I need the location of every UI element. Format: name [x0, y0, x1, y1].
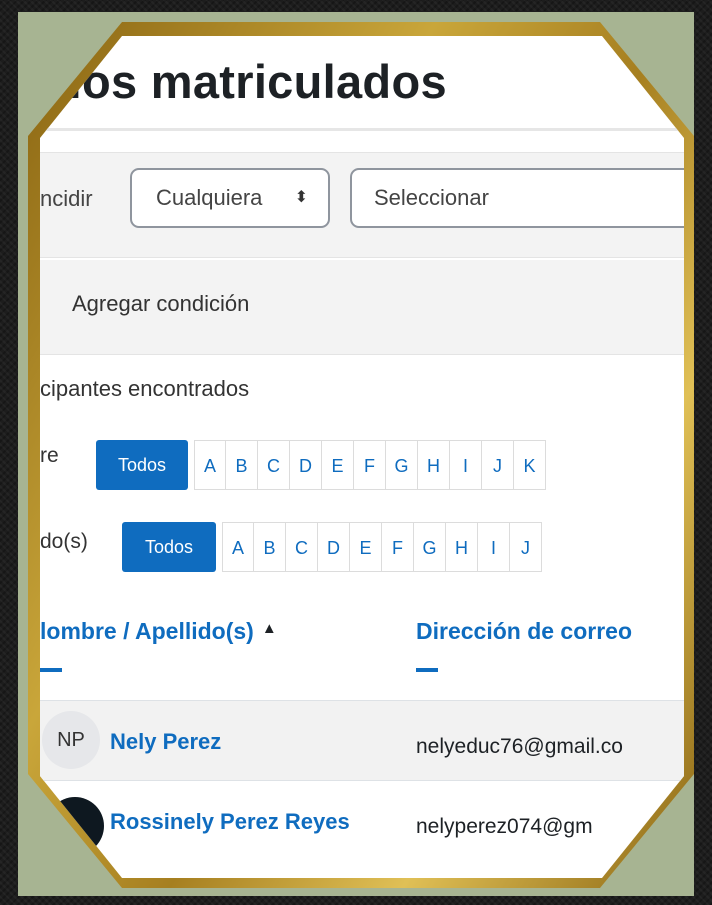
first-name-letter-a[interactable]: A	[194, 440, 226, 490]
column-header-name[interactable]: lombre / Apellido(s) ▲	[40, 618, 277, 645]
condition-select[interactable]: Seleccionar	[350, 168, 684, 228]
last-name-letter-a[interactable]: A	[222, 522, 254, 572]
first-name-letter-f[interactable]: F	[354, 440, 386, 490]
user-name-link[interactable]: Rossinely Perez Reyes	[110, 809, 350, 835]
column-header-name-label: lombre / Apellido(s)	[40, 618, 254, 644]
up-down-caret-icon: ⬍	[294, 189, 308, 206]
first-name-letter-i[interactable]: I	[450, 440, 482, 490]
column-name-collapse-icon[interactable]	[40, 668, 62, 672]
last-name-letter-j[interactable]: J	[510, 522, 542, 572]
first-name-letter-e[interactable]: E	[322, 440, 354, 490]
match-type-select[interactable]: Cualquiera ⬍	[130, 168, 330, 228]
user-email: nelyperez074@gm	[416, 815, 593, 838]
match-type-value: Cualquiera	[156, 185, 263, 210]
participants-found-count: cipantes encontrados	[40, 376, 250, 401]
first-name-letter-h[interactable]: H	[418, 440, 450, 490]
last-name-letter-i[interactable]: I	[478, 522, 510, 572]
first-name-letter-j[interactable]: J	[482, 440, 514, 490]
sort-ascending-icon: ▲	[261, 620, 277, 637]
first-name-letter-c[interactable]: C	[258, 440, 290, 490]
table-row: NP Nely Perez nelyeduc76@gmail.co	[40, 700, 684, 781]
user-email: nelyeduc76@gmail.co	[416, 735, 623, 758]
last-name-initials-bar: Todos ABCDEFGHIJ	[122, 522, 542, 572]
screenshot-panel: rios matriculados ncidir Cualquiera ⬍ Se…	[40, 36, 684, 878]
last-name-all-button[interactable]: Todos	[122, 522, 216, 572]
column-email-collapse-icon[interactable]	[416, 668, 438, 672]
first-name-letter-g[interactable]: G	[386, 440, 418, 490]
column-header-email[interactable]: Dirección de correo	[416, 618, 632, 645]
last-name-letter-f[interactable]: F	[382, 522, 414, 572]
first-name-filter-label: re	[40, 444, 59, 467]
add-condition-button[interactable]: Agregar condición	[72, 291, 249, 317]
title-divider	[40, 128, 684, 131]
match-label: ncidir	[40, 186, 93, 211]
table-row: Rossinely Perez Reyes nelyperez074@gm	[40, 780, 684, 861]
first-name-initials-bar: Todos ABCDEFGHIJK	[96, 440, 546, 490]
first-name-letter-d[interactable]: D	[290, 440, 322, 490]
last-name-filter-label: do(s)	[40, 530, 88, 553]
user-name-link[interactable]: Nely Perez	[110, 729, 221, 755]
last-name-letter-c[interactable]: C	[286, 522, 318, 572]
table-header	[40, 602, 684, 700]
last-name-letter-g[interactable]: G	[414, 522, 446, 572]
first-name-letter-b[interactable]: B	[226, 440, 258, 490]
last-name-letter-h[interactable]: H	[446, 522, 478, 572]
page-title: rios matriculados	[50, 55, 447, 108]
first-name-letter-k[interactable]: K	[514, 440, 546, 490]
last-name-letter-d[interactable]: D	[318, 522, 350, 572]
last-name-letter-b[interactable]: B	[254, 522, 286, 572]
avatar: NP	[42, 711, 100, 769]
condition-select-value: Seleccionar	[374, 185, 489, 210]
first-name-all-button[interactable]: Todos	[96, 440, 188, 490]
last-name-letter-e[interactable]: E	[350, 522, 382, 572]
